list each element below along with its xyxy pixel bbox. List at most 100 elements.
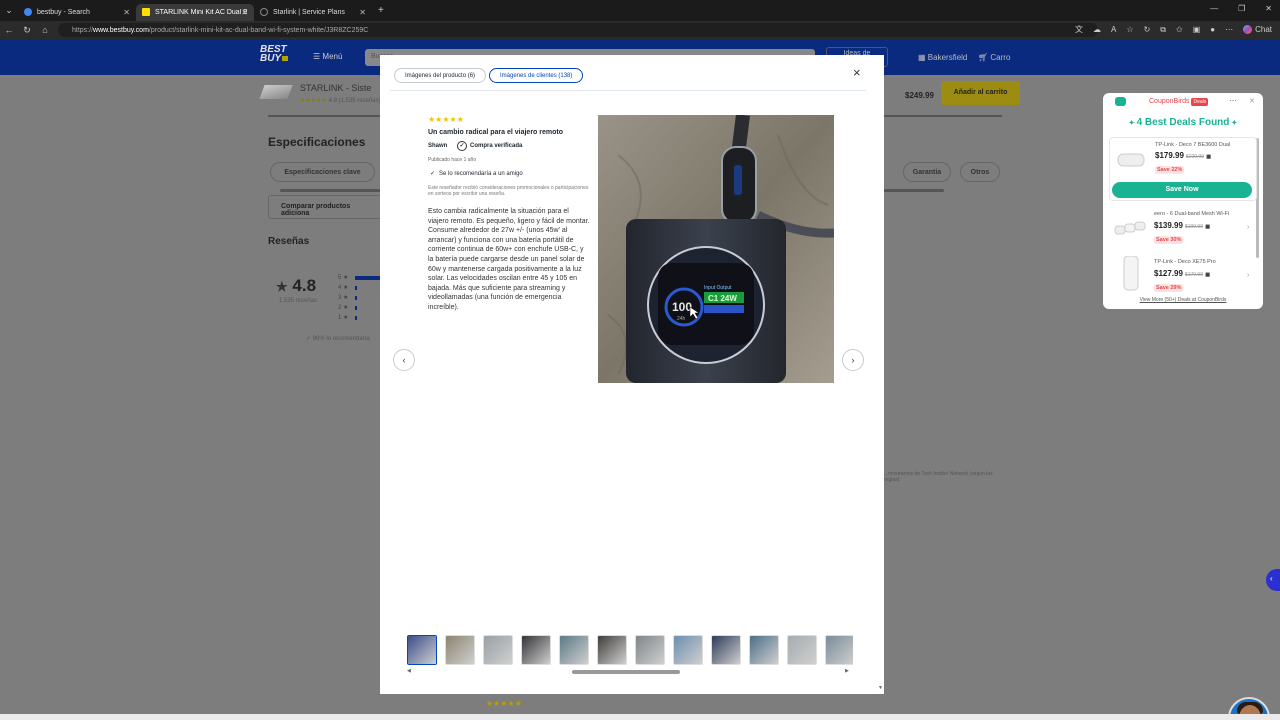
tab-list-icon[interactable]: ⌄ — [0, 5, 18, 16]
more-options-icon[interactable]: ⋯ — [1229, 96, 1237, 105]
favorite-star-icon[interactable]: ☆ — [1126, 25, 1133, 34]
thumbnail[interactable] — [483, 635, 513, 665]
star-icon: ★ — [276, 279, 288, 294]
tab-customer-images[interactable]: Imágenes de clientes (138) — [489, 68, 584, 83]
thumbnail[interactable] — [445, 635, 475, 665]
thumbnail[interactable] — [673, 635, 703, 665]
add-to-cart-button[interactable]: Añadir al carrito — [941, 81, 1020, 105]
favorites-icon[interactable]: ✩ — [1176, 25, 1183, 34]
thumbnail-image — [408, 636, 436, 664]
copilot-chat-button[interactable]: Chat — [1243, 25, 1272, 34]
tab-starlink-product[interactable]: STARLINK Mini Kit AC Dual Band W ✕ — [136, 3, 254, 21]
more-menu-icon[interactable]: ⋯ — [1225, 25, 1233, 34]
bestbuy-favicon-icon — [142, 8, 150, 16]
thumbnail-strip — [407, 635, 853, 667]
extension-cloud-icon[interactable]: ☁ — [1093, 25, 1101, 34]
rating-bar-label: 2 ★ — [338, 305, 349, 311]
mesh-router-icon — [1114, 221, 1146, 235]
sidebar-toggle-icon[interactable]: ‹ — [1266, 569, 1280, 591]
thumbnail[interactable] — [787, 635, 817, 665]
translate-icon[interactable]: 文 — [1075, 24, 1083, 35]
review-recommend: ✓ Se lo recomendaría a un amigo — [430, 170, 523, 178]
spec-other-button[interactable]: Otros — [960, 162, 1000, 182]
view-more-link[interactable]: View More (50+) Deals at CouponBirds — [1103, 297, 1263, 303]
save-now-button[interactable]: Save Now — [1112, 182, 1252, 198]
chevron-right-icon: › — [1247, 272, 1250, 279]
thumbnail-scrollbar[interactable] — [572, 670, 680, 674]
close-modal-icon[interactable]: × — [853, 65, 861, 80]
bestbuy-logo[interactable]: BEST BUY — [260, 45, 289, 64]
search-favicon-icon — [24, 8, 32, 16]
rating-bar[interactable] — [355, 276, 380, 280]
back-icon[interactable]: ← — [0, 25, 18, 35]
cart-label: Carro — [990, 53, 1011, 62]
image-gallery-modal: Imágenes del producto (6) Imágenes de cl… — [380, 55, 884, 694]
modal-scroll-down-icon[interactable]: ▼ — [878, 685, 883, 691]
thumbnail[interactable] — [597, 635, 627, 665]
overall-rating-value: 4.8 — [292, 276, 317, 295]
thumbnail[interactable] — [521, 635, 551, 665]
close-window-icon[interactable]: ✕ — [1265, 4, 1272, 13]
deal-old-price: $199.99 — [1184, 224, 1203, 230]
next-image-button[interactable]: › — [842, 349, 864, 371]
thumbnail[interactable] — [749, 635, 779, 665]
collections-icon[interactable]: ▣ — [1193, 25, 1201, 34]
sparkle-icon: ✦ — [1229, 120, 1238, 127]
reload-icon[interactable]: ↻ — [18, 25, 36, 36]
thumbnail[interactable] — [559, 635, 589, 665]
review-photo[interactable]: 100 24h Input Output C1 24W — [598, 115, 834, 383]
home-icon[interactable]: ⌂ — [36, 25, 54, 35]
cart-button[interactable]: 🛒︎ Carro — [978, 53, 1010, 62]
deal-price: $179.99 $229.99 ▦ — [1155, 151, 1211, 160]
recommend-label: Se lo recomendaría a un amigo — [439, 170, 523, 177]
new-tab-icon[interactable]: + — [378, 5, 384, 16]
rating-bar[interactable] — [355, 306, 357, 310]
close-tab-icon[interactable]: ✕ — [241, 8, 248, 17]
prev-image-button[interactable]: ‹ — [393, 349, 415, 371]
rating-bar-label: 5 ★ — [338, 275, 349, 281]
rating-bar[interactable] — [355, 286, 357, 290]
logo-tag-icon — [282, 56, 289, 61]
brand-name: CouponBirds — [1149, 98, 1190, 105]
rating-bar[interactable] — [355, 296, 357, 300]
avatar[interactable] — [1228, 697, 1270, 714]
minimize-icon[interactable]: — — [1210, 4, 1218, 13]
close-tab-icon[interactable]: ✕ — [123, 8, 130, 17]
thumbnail[interactable] — [825, 635, 853, 665]
thumbnail[interactable] — [711, 635, 741, 665]
compare-button[interactable]: Comparar productos adiciona — [268, 195, 388, 219]
thumbnail[interactable] — [635, 635, 665, 665]
scroll-right-icon[interactable]: ▶ — [845, 668, 849, 674]
refresh-extension-icon[interactable]: ↻ — [1144, 25, 1151, 34]
url-path: /product/starlink-mini-kit-ac-dual-band-… — [148, 26, 369, 34]
profile-icon[interactable]: ● — [1210, 25, 1215, 34]
split-screen-icon[interactable]: ⧉ — [1160, 25, 1166, 35]
spec-guarantee-button[interactable]: Garantía — [903, 162, 951, 182]
bestbuy-badge-icon: ▦ — [1206, 154, 1211, 160]
overall-rating: ★ 4.8 — [276, 276, 316, 296]
tower-router-icon — [1123, 255, 1139, 291]
url-field[interactable]: https://www.bestbuy.com/product/starlink… — [58, 23, 1098, 37]
menu-button[interactable]: ☰ Menú — [313, 52, 342, 61]
window-controls: — ❐ ✕ — [1210, 4, 1272, 13]
tab-starlink-plans[interactable]: Starlink | Service Plans ✕ — [254, 4, 372, 21]
close-panel-icon[interactable]: ✕ — [1249, 97, 1255, 105]
hamburger-icon: ☰ — [313, 52, 321, 61]
url-host: www.bestbuy.com — [93, 26, 149, 34]
store-button[interactable]: ▦ Bakersfield — [918, 53, 967, 62]
spec-key-button[interactable]: Especificaciones clave — [270, 162, 375, 182]
thumbnail[interactable] — [407, 635, 437, 665]
deal-save-badge: Save 29% — [1154, 284, 1184, 292]
rating-bar[interactable] — [355, 316, 357, 320]
screen-label: Input Output — [704, 285, 732, 291]
maximize-icon[interactable]: ❐ — [1238, 4, 1245, 13]
tab-bestbuy-search[interactable]: bestbuy - Search ✕ — [18, 4, 136, 21]
scroll-left-icon[interactable]: ◀ — [407, 668, 411, 674]
deal-name: TP-Link - Deco XE75 Pro — [1154, 259, 1216, 265]
review-author: Shawn — [428, 143, 448, 149]
check-icon: ✓ — [306, 336, 312, 342]
close-tab-icon[interactable]: ✕ — [359, 8, 366, 17]
deals-found-headline: ✦ 4 Best Deals Found ✦ — [1103, 117, 1263, 128]
read-aloud-icon[interactable]: A — [1111, 25, 1116, 34]
tab-product-images[interactable]: Imágenes del producto (6) — [394, 68, 487, 83]
